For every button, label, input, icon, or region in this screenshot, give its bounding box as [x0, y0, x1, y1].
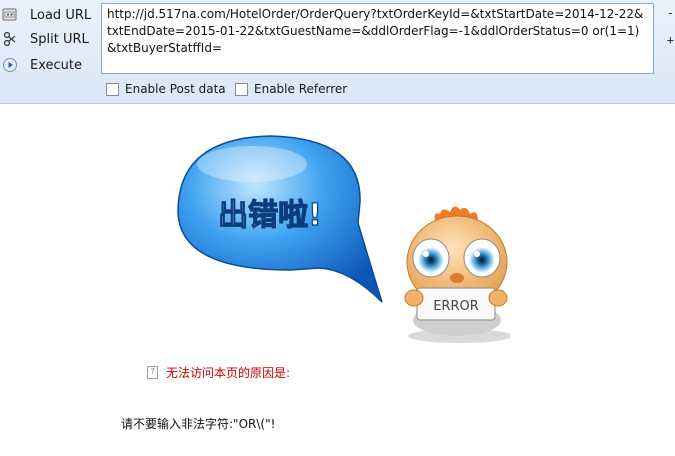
load-url-label: Load URL	[30, 7, 92, 23]
execute-button[interactable]: Execute	[0, 53, 96, 77]
enable-post-data-checkbox[interactable]: Enable Post data	[106, 81, 226, 97]
error-reason: ? 无法访问本页的原因是:	[147, 364, 290, 381]
error-mascot: ERROR	[404, 206, 510, 343]
speech-bubble: 出错啦!	[177, 135, 383, 303]
load-url-button[interactable]: Load URL	[0, 3, 96, 27]
decrease-font-button[interactable]: -	[667, 6, 674, 20]
error-sign-text: ERROR	[433, 299, 479, 314]
split-url-button[interactable]: Split URL	[0, 27, 96, 51]
split-url-icon	[2, 31, 18, 47]
hackbar-toolbar: Load URL Split URL Execute http://jd.517…	[0, 0, 675, 104]
split-url-label: Split URL	[30, 31, 89, 47]
execute-label: Execute	[30, 57, 82, 73]
enable-post-data-label: Enable Post data	[125, 82, 226, 96]
enable-referrer-checkbox[interactable]: Enable Referrer	[235, 81, 347, 97]
execute-icon	[2, 57, 18, 73]
checkbox-box[interactable]	[106, 82, 119, 96]
broken-image-icon: ?	[147, 366, 158, 379]
load-url-icon	[2, 7, 18, 23]
bubble-text: 出错啦!	[218, 198, 322, 233]
error-illustration: 出错啦! ERROR	[177, 135, 510, 343]
url-textarea[interactable]: http://jd.517na.com/HotelOrder/OrderQuer…	[101, 3, 654, 74]
enable-referrer-label: Enable Referrer	[254, 82, 348, 96]
checkbox-box[interactable]	[235, 82, 248, 96]
error-reason-label: 无法访问本页的原因是:	[166, 366, 291, 380]
increase-font-button[interactable]: +	[667, 33, 674, 47]
error-detail-text: 请不要输入非法字符:"OR\("!	[121, 417, 276, 431]
